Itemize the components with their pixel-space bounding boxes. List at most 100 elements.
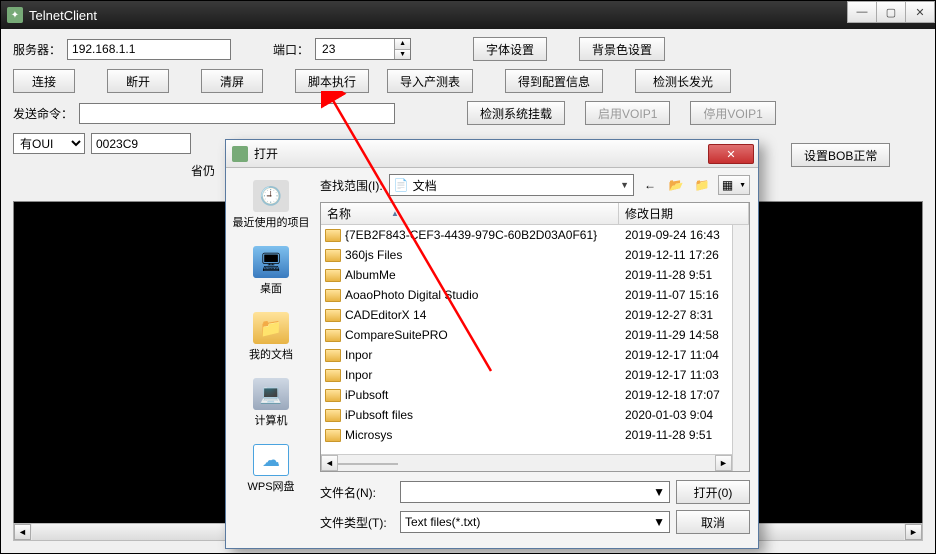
col-name[interactable]: 名称▲ (321, 203, 619, 224)
font-button[interactable]: 字体设置 (473, 37, 547, 61)
port-value: 23 (322, 42, 335, 56)
port-spin-buttons[interactable]: ▲▼ (394, 39, 410, 59)
enable-voip-button[interactable]: 启用VOIP1 (585, 101, 670, 125)
file-name: CompareSuitePRO (345, 328, 448, 342)
scroll-left-icon[interactable]: ◄ (14, 524, 31, 540)
file-date: 2019-12-27 8:31 (619, 308, 749, 322)
maximize-button[interactable]: ▢ (876, 1, 906, 23)
send-label: 发送命令： (13, 105, 73, 122)
lookin-row: 查找范围(I): 📄文档 ▼ ← 📂 📁 ▦▼ (320, 174, 750, 196)
detect-long-button[interactable]: 检测长发光 (635, 69, 731, 93)
clear-button[interactable]: 清屏 (201, 69, 263, 93)
file-date: 2019-12-17 11:04 (619, 348, 749, 362)
folder-icon (325, 409, 341, 422)
place-wps[interactable]: ☁ WPS网盘 (231, 440, 311, 498)
app-title: TelnetClient (29, 8, 97, 23)
oui-select[interactable]: 有OUI (13, 133, 85, 154)
file-name: AlbumMe (345, 268, 396, 282)
place-computer[interactable]: 💻 计算机 (231, 374, 311, 432)
col-date[interactable]: 修改日期 (619, 203, 749, 224)
bgcolor-button[interactable]: 背景色设置 (579, 37, 665, 61)
filetype-row: 文件类型(T): Text files(*.txt) ▼ 取消 (320, 510, 750, 534)
dialog-bottom: 文件名(N): ▼ 打开(0) 文件类型(T): Text files(*.tx… (320, 480, 750, 540)
oui-input[interactable] (91, 133, 191, 154)
detect-sys-button[interactable]: 检测系统挂载 (467, 101, 565, 125)
file-list[interactable]: 名称▲ 修改日期 {7EB2F843-CEF3-4439-979C-60B2D0… (320, 202, 750, 472)
folder-icon (325, 389, 341, 402)
scroll-right-icon[interactable]: ► (905, 524, 922, 540)
set-bob-button[interactable]: 设置BOB正常 (791, 143, 890, 167)
place-documents[interactable]: 📁 我的文档 (231, 308, 311, 366)
connect-button[interactable]: 连接 (13, 69, 75, 93)
file-row[interactable]: 360js Files 2019-12-11 17:26 (321, 245, 749, 265)
file-row[interactable]: AlbumMe 2019-11-28 9:51 (321, 265, 749, 285)
file-name: Inpor (345, 368, 372, 382)
row-actions: 连接 断开 清屏 脚本执行 导入产测表 得到配置信息 检测长发光 (13, 69, 923, 93)
disconnect-button[interactable]: 断开 (107, 69, 169, 93)
place-documents-label: 我的文档 (249, 346, 293, 362)
file-row[interactable]: CADEditorX 142019-12-27 8:31 (321, 305, 749, 325)
script-button[interactable]: 脚本执行 (295, 69, 369, 93)
file-date: 2019-11-07 15:16 (619, 288, 749, 302)
getcfg-button[interactable]: 得到配置信息 (505, 69, 603, 93)
filename-label: 文件名(N): (320, 484, 394, 501)
place-recent[interactable]: 🕘 最近使用的项目 (231, 176, 311, 234)
place-wps-label: WPS网盘 (247, 478, 294, 494)
fl-scroll-left-icon[interactable]: ◄ (321, 455, 338, 471)
folder-icon (325, 289, 341, 302)
file-date: 2019-12-18 17:07 (619, 388, 749, 402)
file-row[interactable]: iPubsoft files2020-01-03 9:04 (321, 405, 749, 425)
disable-voip-button[interactable]: 停用VOIP1 (690, 101, 775, 125)
dialog-toolbar: ← 📂 📁 ▦▼ (640, 175, 750, 195)
dialog-close-button[interactable]: ✕ (708, 144, 754, 164)
folder-icon (325, 329, 341, 342)
file-date: 2020-01-03 9:04 (619, 408, 749, 422)
file-name: 360js Files (345, 248, 402, 262)
import-button[interactable]: 导入产测表 (387, 69, 473, 93)
view-menu-icon[interactable]: ▦▼ (718, 175, 750, 195)
up-folder-icon[interactable]: 📂 (666, 175, 686, 195)
file-row[interactable]: Inpor 2019-12-17 11:04 (321, 345, 749, 365)
filename-combo[interactable]: ▼ (400, 481, 670, 503)
fl-scroll-right-icon[interactable]: ► (715, 455, 732, 471)
file-row[interactable]: CompareSuitePRO2019-11-29 14:58 (321, 325, 749, 345)
filetype-combo[interactable]: Text files(*.txt) ▼ (400, 511, 670, 533)
file-name: {7EB2F843-CEF3-4439-979C-60B2D03A0F61} (345, 228, 597, 242)
file-row[interactable]: {7EB2F843-CEF3-4439-979C-60B2D03A0F61}20… (321, 225, 749, 245)
new-folder-icon[interactable]: 📁 (692, 175, 712, 195)
doc-icon: 📄 (394, 178, 409, 192)
file-row[interactable]: iPubsoft2019-12-18 17:07 (321, 385, 749, 405)
port-input[interactable]: 23 ▲▼ (315, 38, 411, 60)
open-button[interactable]: 打开(0) (676, 480, 750, 504)
minimize-button[interactable]: — (847, 1, 877, 23)
dialog-title: 打开 (254, 145, 278, 162)
file-date: 2019-12-11 17:26 (619, 248, 749, 262)
filelist-hscroll[interactable]: ◄ ► (321, 454, 732, 471)
back-icon[interactable]: ← (640, 175, 660, 195)
fl-scroll-thumb[interactable] (338, 463, 398, 465)
titlebar: ✦ TelnetClient — ▢ ✕ (1, 1, 935, 29)
dialog-main: 查找范围(I): 📄文档 ▼ ← 📂 📁 ▦▼ 名称▲ (316, 168, 758, 548)
filelist-vscroll[interactable] (732, 225, 749, 471)
lookin-combo[interactable]: 📄文档 ▼ (389, 174, 634, 196)
server-input[interactable] (67, 39, 231, 60)
main-window: ✦ TelnetClient — ▢ ✕ 服务器： 端口： 23 ▲▼ 字体设置… (0, 0, 936, 554)
chevron-down-icon: ▼ (653, 485, 665, 499)
desktop-icon: 🖥 (253, 246, 289, 278)
lookin-value: 文档 (413, 177, 437, 194)
place-desktop[interactable]: 🖥 桌面 (231, 242, 311, 300)
file-row[interactable]: Microsys2019-11-28 9:51 (321, 425, 749, 445)
send-input[interactable] (79, 103, 395, 124)
dialog-body: 🕘 最近使用的项目 🖥 桌面 📁 我的文档 💻 计算机 ☁ WPS网 (226, 168, 758, 548)
dialog-titlebar: 打开 ✕ (226, 140, 758, 168)
file-row[interactable]: Inpor2019-12-17 11:03 (321, 365, 749, 385)
file-name: Inpor (345, 348, 372, 362)
file-row[interactable]: AoaoPhoto Digital Studio2019-11-07 15:16 (321, 285, 749, 305)
cancel-button[interactable]: 取消 (676, 510, 750, 534)
folder-icon (325, 369, 341, 382)
app-icon: ✦ (7, 7, 23, 23)
close-button[interactable]: ✕ (905, 1, 935, 23)
folder-icon (325, 249, 341, 262)
file-date: 2019-11-28 9:51 (619, 268, 749, 282)
dialog-icon (232, 146, 248, 162)
